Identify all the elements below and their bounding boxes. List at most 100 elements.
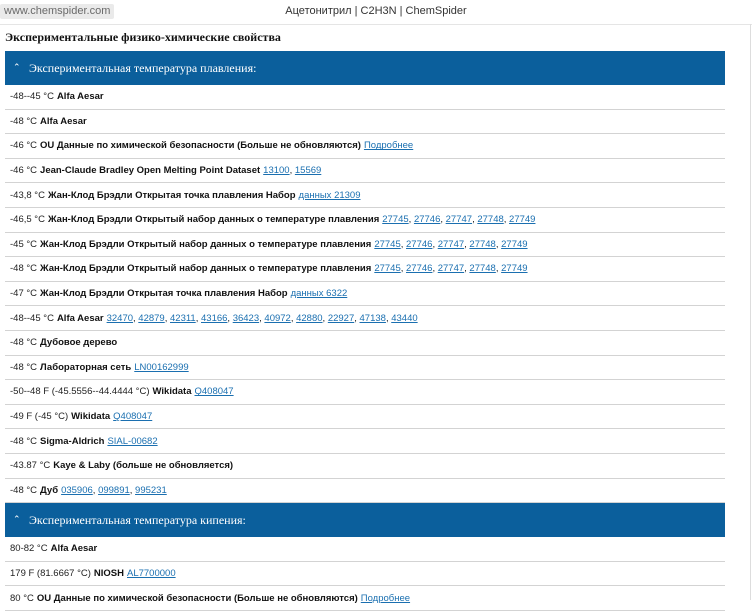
source-links: SIAL-00682 <box>107 436 157 447</box>
source-record-link[interactable]: 32470 <box>107 313 133 324</box>
property-source: Жан-Клод Брэдли Открытый набор данных о … <box>40 263 371 274</box>
property-value: -48 °C <box>10 436 37 447</box>
source-record-link[interactable]: 42311 <box>170 313 196 324</box>
source-record-link[interactable]: 40972 <box>264 313 290 324</box>
property-source: NIOSH <box>94 568 124 579</box>
property-row: -47 °CЖан-Клод Брэдли Открытая точка пла… <box>5 282 725 307</box>
source-record-link[interactable]: 27747 <box>446 214 472 225</box>
source-record-link[interactable]: 22927 <box>328 313 354 324</box>
property-source: Лабораторная сеть <box>40 362 131 373</box>
source-record-link[interactable]: 27747 <box>438 239 464 250</box>
source-record-link[interactable]: Q408047 <box>195 386 234 397</box>
source-links: LN00162999 <box>134 362 188 373</box>
property-row: -45 °CЖан-Клод Брэдли Открытый набор дан… <box>5 233 725 258</box>
property-row: -46 °CJean-Claude Bradley Open Melting P… <box>5 159 725 184</box>
source-record-link[interactable]: 42879 <box>138 313 164 324</box>
source-record-link[interactable]: 27745 <box>374 239 400 250</box>
property-row: 80 °COU Данные по химической безопасност… <box>5 586 725 611</box>
details-link[interactable]: Подробнее <box>361 593 410 604</box>
property-value: -46 °C <box>10 140 37 151</box>
source-record-link[interactable]: 099891 <box>98 485 130 496</box>
property-row: -48--45 °CAlfa Aesar <box>5 85 725 110</box>
source-record-link[interactable]: 43166 <box>201 313 227 324</box>
source-links: 27745, 27746, 27747, 27748, 27749 <box>382 214 535 225</box>
property-source: OU Данные по химической безопасности (Бо… <box>40 140 361 151</box>
source-links: 035906, 099891, 995231 <box>61 485 167 496</box>
source-record-link[interactable]: 995231 <box>135 485 167 496</box>
property-value: -48--45 °C <box>10 313 54 324</box>
property-source: Alfa Aesar <box>57 313 104 324</box>
source-record-link[interactable]: AL7700000 <box>127 568 176 579</box>
source-record-link[interactable]: 27745 <box>382 214 408 225</box>
property-value: -46,5 °C <box>10 214 45 225</box>
property-value: 80 °C <box>10 593 34 604</box>
source-record-link[interactable]: 27748 <box>469 239 495 250</box>
property-row: -48 °CЛабораторная сетьLN00162999 <box>5 356 725 381</box>
details-link[interactable]: Подробнее <box>364 140 413 151</box>
source-record-link[interactable]: Q408047 <box>113 411 152 422</box>
source-links: 27745, 27746, 27747, 27748, 27749 <box>374 239 527 250</box>
property-source: Дуб <box>40 485 58 496</box>
details-link[interactable]: данных 6322 <box>291 288 348 299</box>
source-record-link[interactable]: 47138 <box>360 313 386 324</box>
property-value: -48 °C <box>10 337 37 348</box>
source-record-link[interactable]: SIAL-00682 <box>107 436 157 447</box>
property-row: -48 °CЖан-Клод Брэдли Открытый набор дан… <box>5 257 725 282</box>
property-value: -48 °C <box>10 485 37 496</box>
source-record-link[interactable]: 27747 <box>438 263 464 274</box>
source-links: Q408047 <box>195 386 234 397</box>
property-row: 80-82 °CAlfa Aesar <box>5 537 725 562</box>
property-source: Alfa Aesar <box>51 543 98 554</box>
source-record-link[interactable]: 13100 <box>263 165 289 176</box>
details-link[interactable]: данных 21309 <box>299 190 361 201</box>
property-value: -48 °C <box>10 263 37 274</box>
source-record-link[interactable]: 27745 <box>374 263 400 274</box>
property-source: Жан-Клод Брэдли Открытый набор данных о … <box>40 239 371 250</box>
property-source: Жан-Клод Брэдли Открытая точка плавления… <box>40 288 288 299</box>
property-value: 80-82 °C <box>10 543 48 554</box>
property-value: -46 °C <box>10 165 37 176</box>
source-links: AL7700000 <box>127 568 176 579</box>
melting-point-panel-header[interactable]: ⌃ Экспериментальная температура плавлени… <box>5 51 725 85</box>
property-source: Alfa Aesar <box>40 116 87 127</box>
source-links: 13100, 15569 <box>263 165 321 176</box>
source-record-link[interactable]: 27748 <box>469 263 495 274</box>
property-row: -48 °CAlfa Aesar <box>5 110 725 135</box>
source-record-link[interactable]: 15569 <box>295 165 321 176</box>
property-value: -48 °C <box>10 362 37 373</box>
source-record-link[interactable]: 27746 <box>414 214 440 225</box>
source-record-link[interactable]: 27746 <box>406 263 432 274</box>
source-record-link[interactable]: LN00162999 <box>134 362 188 373</box>
property-value: -43.87 °C <box>10 460 50 471</box>
browser-top-bar: www.chemspider.com Ацетонитрил | C2H3N |… <box>0 0 752 25</box>
source-record-link[interactable]: 035906 <box>61 485 93 496</box>
property-source: Жан-Клод Брэдли Открытый набор данных о … <box>48 214 379 225</box>
property-row: -48 °CSigma-AldrichSIAL-00682 <box>5 429 725 454</box>
boiling-point-header-label: Экспериментальная температура кипения: <box>29 513 246 528</box>
property-source: Жан-Клод Брэдли Открытая точка плавления… <box>48 190 296 201</box>
property-value: -50--48 F (-45.5556--44.4444 °C) <box>10 386 150 397</box>
property-source: Дубовое дерево <box>40 337 117 348</box>
property-value: 179 F (81.6667 °C) <box>10 568 91 579</box>
source-links: 27745, 27746, 27747, 27748, 27749 <box>374 263 527 274</box>
source-record-link[interactable]: 43440 <box>391 313 417 324</box>
boiling-point-panel-header[interactable]: ⌃ Экспериментальная температура кипения: <box>5 503 725 537</box>
property-value: -48 °C <box>10 116 37 127</box>
property-row: -48 °CДубовое дерево <box>5 331 725 356</box>
source-record-link[interactable]: 27746 <box>406 239 432 250</box>
property-source: Alfa Aesar <box>57 91 104 102</box>
source-record-link[interactable]: 27749 <box>501 239 527 250</box>
source-record-link[interactable]: 42880 <box>296 313 322 324</box>
source-record-link[interactable]: 36423 <box>233 313 259 324</box>
property-source: Jean-Claude Bradley Open Melting Point D… <box>40 165 260 176</box>
property-row: -48 °CДуб035906, 099891, 995231 <box>5 479 725 504</box>
property-value: -43,8 °C <box>10 190 45 201</box>
source-record-link[interactable]: 27749 <box>509 214 535 225</box>
section-title: Экспериментальные физико-химические свой… <box>0 25 752 51</box>
property-source: Kaye & Laby (больше не обновляется) <box>53 460 233 471</box>
source-record-link[interactable]: 27749 <box>501 263 527 274</box>
property-source: Wikidata <box>71 411 110 422</box>
source-record-link[interactable]: 27748 <box>477 214 503 225</box>
property-source: Wikidata <box>153 386 192 397</box>
scrollbar-track[interactable] <box>750 24 751 600</box>
